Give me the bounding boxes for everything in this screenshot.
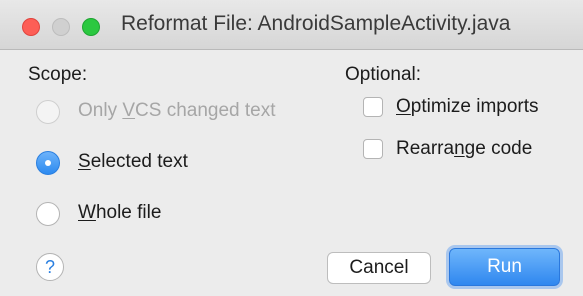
only-vcs-changed-text-label: Only VCS changed text — [78, 100, 276, 121]
zoom-window-button[interactable] — [82, 18, 100, 36]
reformat-file-dialog: Reformat File: AndroidSampleActivity.jav… — [0, 0, 583, 296]
minimize-window-button[interactable] — [52, 18, 70, 36]
run-button[interactable]: Run — [449, 248, 560, 286]
optional-label: Optional: — [345, 64, 422, 85]
rearrange-code-checkbox[interactable] — [363, 139, 383, 159]
close-window-button[interactable] — [22, 18, 40, 36]
radio-whole-file[interactable] — [36, 202, 60, 226]
scope-label: Scope: — [28, 64, 88, 85]
radio-selected-text[interactable] — [36, 151, 60, 175]
radio-only-vcs-changed-text — [36, 100, 60, 124]
help-button[interactable]: ? — [36, 253, 64, 281]
selected-text-label[interactable]: Selected text — [78, 151, 188, 173]
optimize-imports-label[interactable]: Optimize imports — [396, 96, 539, 118]
window-title: Reformat File: AndroidSampleActivity.jav… — [121, 12, 511, 35]
rearrange-code-label[interactable]: Rearrange code — [396, 138, 532, 160]
optimize-imports-checkbox[interactable] — [363, 97, 383, 117]
title-bar: Reformat File: AndroidSampleActivity.jav… — [0, 0, 583, 50]
cancel-button[interactable]: Cancel — [327, 252, 431, 284]
whole-file-label[interactable]: Whole file — [78, 202, 161, 224]
radio-selected-dot — [45, 160, 51, 166]
